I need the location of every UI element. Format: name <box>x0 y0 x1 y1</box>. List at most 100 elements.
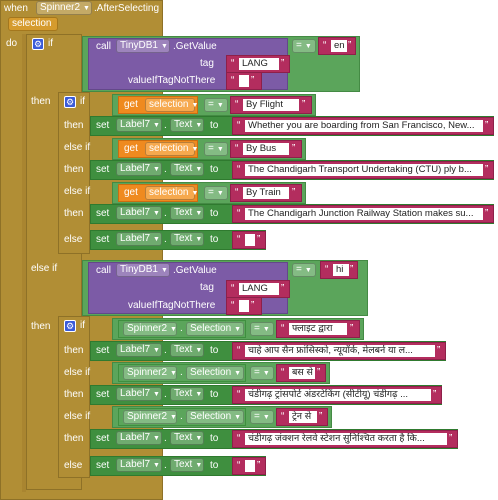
match-string-block[interactable]: “ ट्रेन से ” <box>276 408 328 426</box>
text-string-block[interactable]: “ चाहे आप सैन फ्रांसिस्को, न्यूयॉर्क, मे… <box>232 342 446 360</box>
spinner-selection-block[interactable]: Spinner2 ▼ . Selection ▼ <box>118 408 246 426</box>
label-property-dropdown[interactable]: Text ▼ <box>170 162 204 176</box>
spinner-selection-block[interactable]: Spinner2 ▼ . Selection ▼ <box>118 364 246 382</box>
label-property-dropdown[interactable]: Text ▼ <box>170 206 204 220</box>
gear-icon[interactable]: ⚙ <box>32 38 44 50</box>
compare-operator-dropdown[interactable]: = ▼ <box>250 366 274 380</box>
dropdown-arrow-icon: ▼ <box>191 190 199 197</box>
compare-operator-dropdown[interactable]: = ▼ <box>292 39 316 53</box>
compare-operator-dropdown[interactable]: = ▼ <box>250 410 274 424</box>
compare-operator-dropdown[interactable]: = ▼ <box>204 186 228 200</box>
dropdown-arrow-icon: ▼ <box>191 102 199 109</box>
match-string-block[interactable]: “ By Flight ” <box>230 96 312 114</box>
text-string-block[interactable]: “ The Chandigarh Transport Undertaking (… <box>232 161 494 179</box>
empty-string-block[interactable]: “ ” <box>232 231 266 249</box>
label-component-dropdown[interactable]: Label7 ▼ <box>116 343 162 357</box>
tinydb-component-dropdown[interactable]: TinyDB1 ▼ <box>116 39 170 53</box>
dropdown-arrow-icon: ▼ <box>191 146 199 153</box>
label-component-dropdown[interactable]: Label7 ▼ <box>116 458 162 472</box>
do-label: do <box>6 38 18 49</box>
get-selection-block[interactable]: get selection ▼ <box>118 184 198 202</box>
inner-if-label: if <box>80 96 85 107</box>
dropdown-arrow-icon: ▼ <box>195 347 203 354</box>
dropdown-arrow-icon: ▼ <box>153 166 160 173</box>
dropdown-arrow-icon: ▼ <box>262 370 270 377</box>
get-selection-block[interactable]: get selection ▼ <box>118 140 198 158</box>
label-property-dropdown[interactable]: Text ▼ <box>170 232 204 246</box>
dropdown-arrow-icon: ▼ <box>195 462 203 469</box>
label-property-dropdown[interactable]: Text ▼ <box>170 431 204 445</box>
tinydb-method-label: .GetValue <box>173 41 217 52</box>
dropdown-arrow-icon: ▼ <box>153 347 160 354</box>
label-component-dropdown[interactable]: Label7 ▼ <box>116 206 162 220</box>
dropdown-arrow-icon: ▼ <box>153 462 160 469</box>
compare-operator-dropdown[interactable]: = ▼ <box>204 142 228 156</box>
label-component-dropdown[interactable]: Label7 ▼ <box>116 431 162 445</box>
match-string-block[interactable]: “ फ्लाइट द्वारा ” <box>276 320 360 338</box>
when-label: when <box>4 3 28 14</box>
value-if-label: valueIfTagNotThere <box>128 75 216 86</box>
dropdown-arrow-icon: ▼ <box>170 370 177 377</box>
text-string-block[interactable]: “ चंडीगढ़ ट्रांसपोर्ट अंडरटेकिंग (सीटीयू… <box>232 386 442 404</box>
dropdown-arrow-icon: ▼ <box>195 391 203 398</box>
get-selection-block[interactable]: get selection ▼ <box>118 96 198 114</box>
text-string-block[interactable]: “ The Chandigarh Junction Railway Statio… <box>232 205 494 223</box>
tag-label: tag <box>200 58 214 69</box>
default-string-block[interactable]: “ ” <box>226 297 262 315</box>
text-string-block[interactable]: “ Whether you are boarding from San Fran… <box>232 117 494 135</box>
label-property-dropdown[interactable]: Text ▼ <box>170 458 204 472</box>
label-property-dropdown[interactable]: Text ▼ <box>170 118 204 132</box>
spinner-selection-block[interactable]: Spinner2 ▼ . Selection ▼ <box>118 320 246 338</box>
match-string-block[interactable]: “ By Train ” <box>230 184 302 202</box>
event-name-label: .AfterSelecting <box>94 3 160 14</box>
event-component-dropdown[interactable]: Spinner2 ▼ <box>36 1 92 15</box>
compare-operator-dropdown[interactable]: = ▼ <box>292 263 316 277</box>
label-component-dropdown[interactable]: Label7 ▼ <box>116 387 162 401</box>
compare-operator-dropdown[interactable]: = ▼ <box>204 98 228 112</box>
dropdown-arrow-icon: ▼ <box>262 326 270 333</box>
dropdown-arrow-icon: ▼ <box>304 43 312 50</box>
tinydb-component-dropdown[interactable]: TinyDB1 ▼ <box>116 263 170 277</box>
lang-string-block-en[interactable]: “ en ” <box>318 37 356 55</box>
outer-else-if-label: else if <box>31 263 58 274</box>
default-string-block[interactable]: “ ” <box>226 72 262 90</box>
dropdown-arrow-icon: ▼ <box>234 326 242 333</box>
dropdown-arrow-icon: ▼ <box>153 391 160 398</box>
gear-icon[interactable]: ⚙ <box>64 96 76 108</box>
gear-icon[interactable]: ⚙ <box>64 320 76 332</box>
then-label: then <box>64 164 84 175</box>
dropdown-arrow-icon: ▼ <box>170 326 177 333</box>
label-component-dropdown[interactable]: Label7 ▼ <box>116 118 162 132</box>
dropdown-arrow-icon: ▼ <box>153 122 160 129</box>
dropdown-arrow-icon: ▼ <box>160 267 168 274</box>
dropdown-arrow-icon: ▼ <box>262 414 270 421</box>
label-property-dropdown[interactable]: Text ▼ <box>170 343 204 357</box>
dropdown-arrow-icon: ▼ <box>304 267 312 274</box>
tag-string-value[interactable]: LANG <box>239 58 279 70</box>
then-label: then <box>64 120 84 131</box>
text-string-block[interactable]: “ चंडीगढ़ जंक्शन रेलवे स्टेशन सुनिश्चित … <box>232 430 458 448</box>
label-component-dropdown[interactable]: Label7 ▼ <box>116 162 162 176</box>
event-param-selection[interactable]: selection <box>8 17 58 31</box>
dropdown-arrow-icon: ▼ <box>153 210 160 217</box>
outer-then-label: then <box>31 321 51 332</box>
dropdown-arrow-icon: ▼ <box>216 190 224 197</box>
compare-operator-dropdown[interactable]: = ▼ <box>250 322 274 336</box>
dropdown-arrow-icon: ▼ <box>153 435 160 442</box>
outer-then-label: then <box>31 96 51 107</box>
label-property-dropdown[interactable]: Text ▼ <box>170 387 204 401</box>
dropdown-arrow-icon: ▼ <box>234 370 242 377</box>
dropdown-arrow-icon: ▼ <box>195 210 203 217</box>
lang-string-block-hi[interactable]: “ hi ” <box>320 261 358 279</box>
else-if-label: else if <box>64 142 91 153</box>
dropdown-arrow-icon: ▼ <box>234 414 242 421</box>
match-string-block[interactable]: “ बस से ” <box>276 364 326 382</box>
label-component-dropdown[interactable]: Label7 ▼ <box>116 232 162 246</box>
then-label: then <box>64 208 84 219</box>
dropdown-arrow-icon: ▼ <box>216 102 224 109</box>
tag-string-block[interactable]: “ LANG ” <box>226 280 290 298</box>
tag-string-block[interactable]: “ LANG ” <box>226 55 290 73</box>
empty-string-block[interactable]: “ ” <box>232 457 266 475</box>
dropdown-arrow-icon: ▼ <box>195 435 203 442</box>
match-string-block[interactable]: “ By Bus ” <box>230 140 302 158</box>
